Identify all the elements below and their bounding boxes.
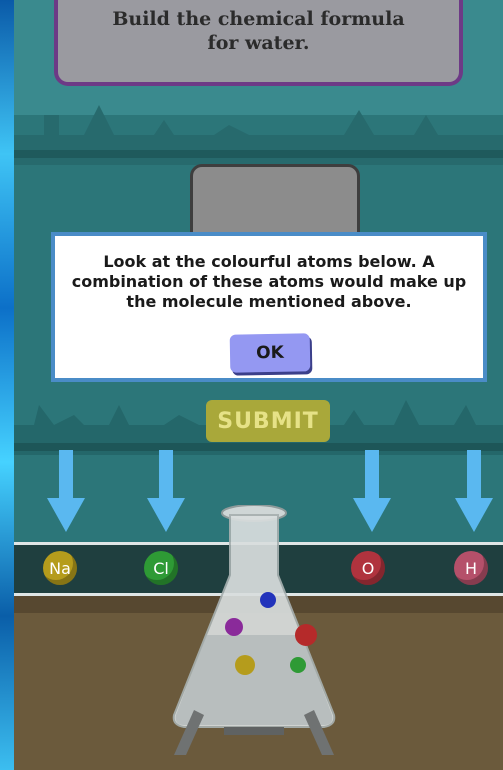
modal-message: Look at the colourful atoms below. A com… <box>71 252 467 311</box>
arrow-down-icon <box>455 450 493 532</box>
atom-o[interactable]: O <box>351 551 385 585</box>
lab-scene: Build the chemical formula for water. SU… <box>14 0 503 770</box>
atom-h[interactable]: H <box>454 551 488 585</box>
arrow-down-icon <box>353 450 391 532</box>
prompt-text: Build the chemical formula for water. <box>112 8 405 54</box>
flask <box>172 505 336 755</box>
prompt-box: Build the chemical formula for water. <box>54 0 463 86</box>
ok-button[interactable]: OK <box>229 333 311 373</box>
background-edge <box>0 0 14 770</box>
submit-button[interactable]: SUBMIT <box>206 400 330 442</box>
shelf-silhouette-top <box>14 105 503 165</box>
arrow-down-icon <box>47 450 85 532</box>
instruction-modal: Look at the colourful atoms below. A com… <box>51 232 487 382</box>
atom-na[interactable]: Na <box>43 551 77 585</box>
